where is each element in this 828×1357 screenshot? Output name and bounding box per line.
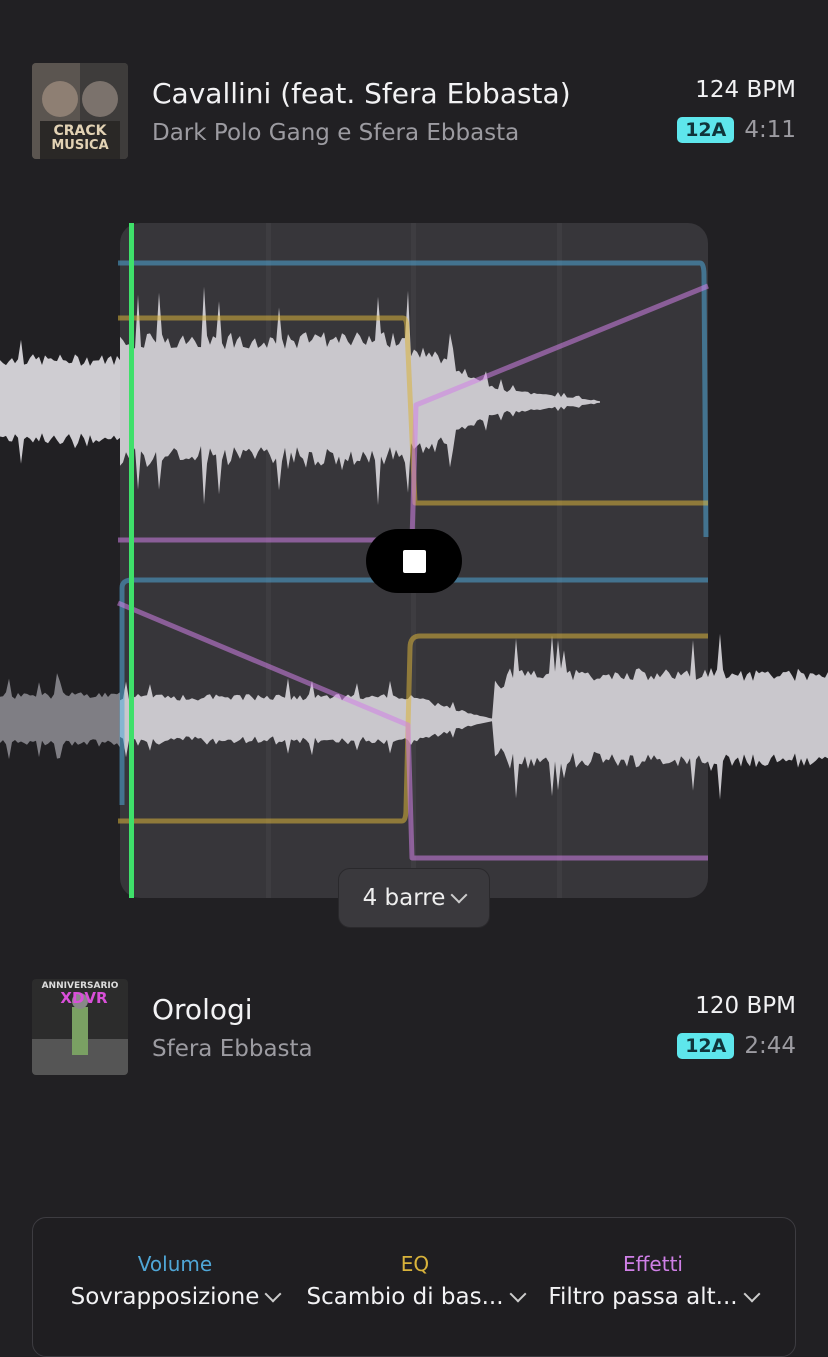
key-badge: 12A (677, 117, 735, 143)
waveform-top-outside (0, 339, 120, 464)
album-art-text-2: XDVR (60, 989, 108, 1007)
chevron-down-icon (743, 1285, 761, 1303)
bars-length-dropdown[interactable]: 4 barre (338, 868, 490, 928)
album-art: CRACK MUSICA (32, 63, 128, 159)
eq-dropdown[interactable]: Scambio di bas... (295, 1284, 535, 1310)
chevron-down-icon (450, 886, 468, 904)
track-bpm: 124 BPM (695, 77, 796, 103)
waveform-bottom-outside (0, 673, 120, 760)
stop-button[interactable] (366, 529, 462, 593)
album-art-text-2: MUSICA (51, 138, 108, 153)
bars-length-label: 4 barre (362, 885, 446, 911)
track-artist: Sfera Ebbasta (152, 1036, 313, 1062)
transition-controls-panel: Volume Sovrapposizione EQ Scambio di bas… (32, 1217, 796, 1357)
key-badge: 12A (677, 1033, 735, 1059)
volume-dropdown[interactable]: Sovrapposizione (55, 1284, 295, 1310)
effects-label: Effetti (623, 1252, 683, 1276)
volume-value: Sovrapposizione (70, 1284, 260, 1310)
stop-icon (402, 549, 426, 573)
chevron-down-icon (264, 1285, 282, 1303)
track-duration: 2:44 (744, 1033, 796, 1059)
track-bpm: 120 BPM (695, 993, 796, 1019)
track-title: Orologi (152, 993, 253, 1026)
track-artist: Dark Polo Gang e Sfera Ebbasta (152, 120, 520, 146)
next-track[interactable]: ANNIVERSARIO XDVR Orologi Sfera Ebbasta … (0, 979, 828, 1079)
playhead[interactable] (129, 223, 134, 898)
effects-value: Filtro passa alt... (548, 1284, 738, 1310)
track-duration: 4:11 (744, 117, 796, 143)
eq-label: EQ (400, 1252, 430, 1276)
effects-dropdown[interactable]: Filtro passa alt... (533, 1284, 773, 1310)
track-title: Cavallini (feat. Sfera Ebbasta) (152, 77, 571, 110)
chevron-down-icon (509, 1285, 527, 1303)
volume-label: Volume (137, 1252, 213, 1276)
current-track[interactable]: CRACK MUSICA Cavallini (feat. Sfera Ebba… (0, 63, 828, 163)
album-art: ANNIVERSARIO XDVR (32, 979, 128, 1075)
eq-value: Scambio di bas... (306, 1284, 504, 1310)
album-art-text-1: CRACK (53, 123, 107, 139)
